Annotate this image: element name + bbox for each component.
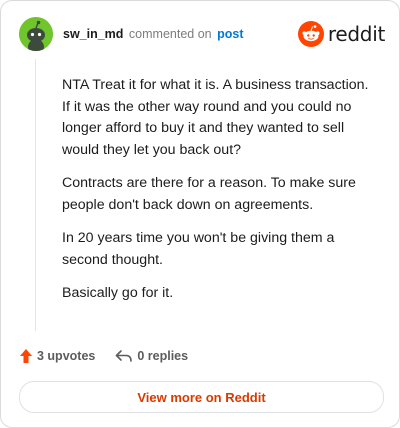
username-link[interactable]: sw_in_md [63,27,123,41]
comment-paragraph: Basically go for it. [62,285,174,301]
thread-line [35,59,36,331]
reply-count: 0 replies [137,349,189,363]
comment-paragraph: In 20 years time you won't be giving the… [62,230,335,268]
post-link[interactable]: post [217,27,243,41]
reply-button[interactable]: 0 replies [115,349,188,363]
comment-header: sw_in_md commented on post reddit [19,17,385,53]
upvote-button[interactable]: 3 upvotes [19,348,95,364]
comment-body: NTA Treat it for what it is. A business … [62,75,380,317]
embedded-comment-card: sw_in_md commented on post reddit NTA Tr… [0,0,400,428]
action-text: commented on [128,27,212,41]
comment-actions: 3 upvotes 0 replies [19,346,208,366]
view-more-button[interactable]: View more on Reddit [19,381,384,413]
upvote-arrow-icon [20,349,32,363]
comment-paragraph: Contracts are there for a reason. To mak… [62,175,356,213]
snoo-avatar-icon[interactable] [19,17,53,51]
comment-paragraph: NTA Treat it for what it is. A business … [62,77,369,158]
reddit-logo-icon [297,21,324,47]
reply-arrow-icon [116,350,133,362]
upvote-count: 3 upvotes [37,349,96,363]
brand-wordmark: reddit [327,22,385,46]
comment-meta: sw_in_md commented on post [63,27,243,41]
view-more-label: View more on Reddit [137,389,266,405]
reddit-brand[interactable]: reddit [297,21,385,47]
